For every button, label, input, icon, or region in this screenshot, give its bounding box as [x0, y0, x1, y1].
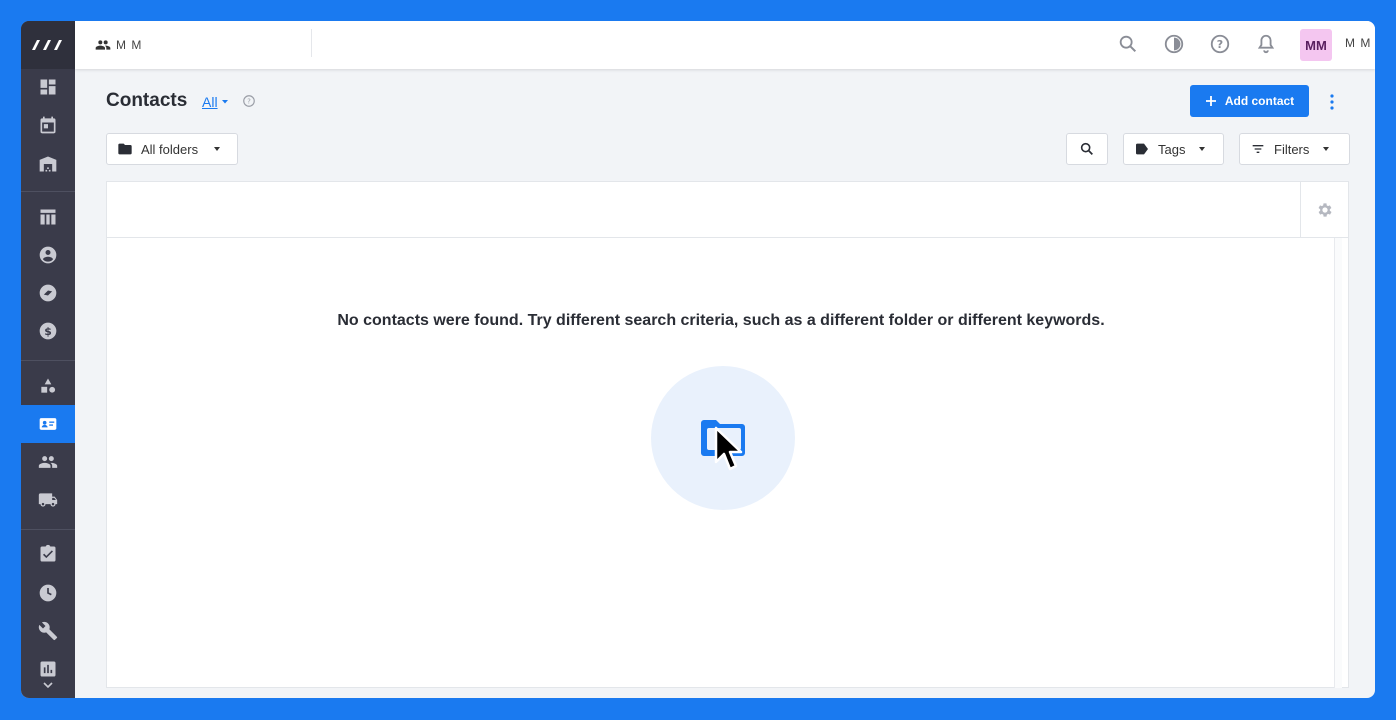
- sidebar-item-shapes[interactable]: [21, 367, 75, 405]
- sidebar-item-dashboard[interactable]: [21, 68, 75, 106]
- add-contact-label: Add contact: [1224, 94, 1295, 108]
- tags-dropdown[interactable]: Tags: [1123, 133, 1224, 165]
- calendar-icon: [40, 116, 56, 134]
- sidebar-item-billing[interactable]: $: [21, 312, 75, 350]
- sidebar-expand[interactable]: [21, 671, 75, 698]
- filter-icon: [1252, 145, 1264, 153]
- people-icon: [38, 456, 58, 468]
- sidebar-item-compass[interactable]: [21, 274, 75, 312]
- workspace-selector[interactable]: M M: [95, 21, 142, 69]
- filters-label: Filters: [1274, 141, 1310, 157]
- help-icon[interactable]: ?: [242, 94, 256, 108]
- help-icon[interactable]: ?: [1209, 33, 1231, 55]
- caret-down-icon: [1199, 147, 1206, 151]
- caret-down-icon: [214, 147, 221, 151]
- app-logo[interactable]: [21, 21, 75, 69]
- account-circle-icon: [39, 246, 57, 264]
- sidebar-item-people[interactable]: [21, 443, 75, 481]
- workspace-name: M M: [116, 38, 143, 52]
- mouse-cursor-icon: [714, 426, 743, 471]
- app-window: $ M M ? MM M M Contacts All ? Add contac…: [21, 21, 1375, 698]
- svg-text:?: ?: [247, 98, 251, 106]
- tag-icon: [1136, 143, 1148, 155]
- sidebar-item-account[interactable]: [21, 236, 75, 274]
- svg-text:$: $: [44, 325, 52, 338]
- sidebar-item-calendar[interactable]: [21, 106, 75, 144]
- caret-down-icon: [221, 100, 228, 104]
- contact-card-icon: [39, 418, 57, 430]
- empty-state-message: No contacts were found. Try different se…: [337, 312, 1105, 329]
- table-icon: [40, 209, 56, 225]
- folder-label: All folders: [141, 141, 199, 157]
- tags-label: Tags: [1158, 141, 1186, 157]
- wrench-icon: [38, 621, 58, 641]
- truck-icon: [38, 493, 58, 507]
- people-icon: [95, 40, 111, 50]
- warehouse-icon: [39, 156, 57, 172]
- add-contact-button[interactable]: Add contact: [1190, 85, 1309, 117]
- clock-icon: [39, 584, 57, 602]
- view-filter-dropdown[interactable]: All: [202, 94, 229, 110]
- logo-icon: [32, 40, 62, 50]
- chevron-down-icon: [43, 682, 53, 689]
- view-filter-label: All: [202, 94, 218, 110]
- more-options-icon[interactable]: [1326, 93, 1338, 111]
- search-button[interactable]: [1066, 133, 1108, 165]
- sidebar-item-tasks[interactable]: [21, 535, 75, 573]
- sidebar-item-tools[interactable]: [21, 612, 75, 650]
- filters-dropdown[interactable]: Filters: [1239, 133, 1350, 165]
- compass-icon: [39, 284, 57, 302]
- avatar[interactable]: MM: [1300, 29, 1332, 61]
- search-icon: [1080, 142, 1093, 155]
- shapes-icon: [41, 378, 56, 393]
- top-header: M M ? MM M M: [75, 21, 1375, 69]
- plus-icon: [1205, 96, 1216, 106]
- header-divider: [311, 29, 312, 57]
- user-name[interactable]: M M: [1345, 36, 1371, 50]
- vertical-scrollbar[interactable]: [1334, 238, 1342, 688]
- caret-down-icon: [1323, 147, 1330, 151]
- sidebar-item-contacts[interactable]: [21, 405, 75, 443]
- contacts-table: No contacts were found. Try different se…: [106, 181, 1349, 688]
- clipboard-check-icon: [40, 544, 56, 562]
- column-settings-button[interactable]: [1300, 182, 1348, 238]
- sidebar-item-time[interactable]: [21, 574, 75, 612]
- bell-icon[interactable]: [1255, 33, 1277, 55]
- dashboard-icon: [40, 79, 56, 95]
- table-header: [107, 182, 1348, 238]
- gear-icon: [1318, 203, 1332, 217]
- sidebar-item-shipping[interactable]: [21, 481, 75, 519]
- sidebar-item-warehouse[interactable]: [21, 145, 75, 183]
- page-title: Contacts: [106, 90, 188, 111]
- folder-dropdown[interactable]: All folders: [106, 133, 238, 165]
- folder-icon: [118, 143, 132, 155]
- dollar-icon: $: [39, 322, 57, 340]
- sidebar: $: [21, 21, 75, 698]
- theme-icon[interactable]: [1163, 33, 1185, 55]
- sidebar-item-table[interactable]: [21, 198, 75, 236]
- search-icon[interactable]: [1117, 33, 1139, 55]
- svg-text:?: ?: [1217, 38, 1223, 51]
